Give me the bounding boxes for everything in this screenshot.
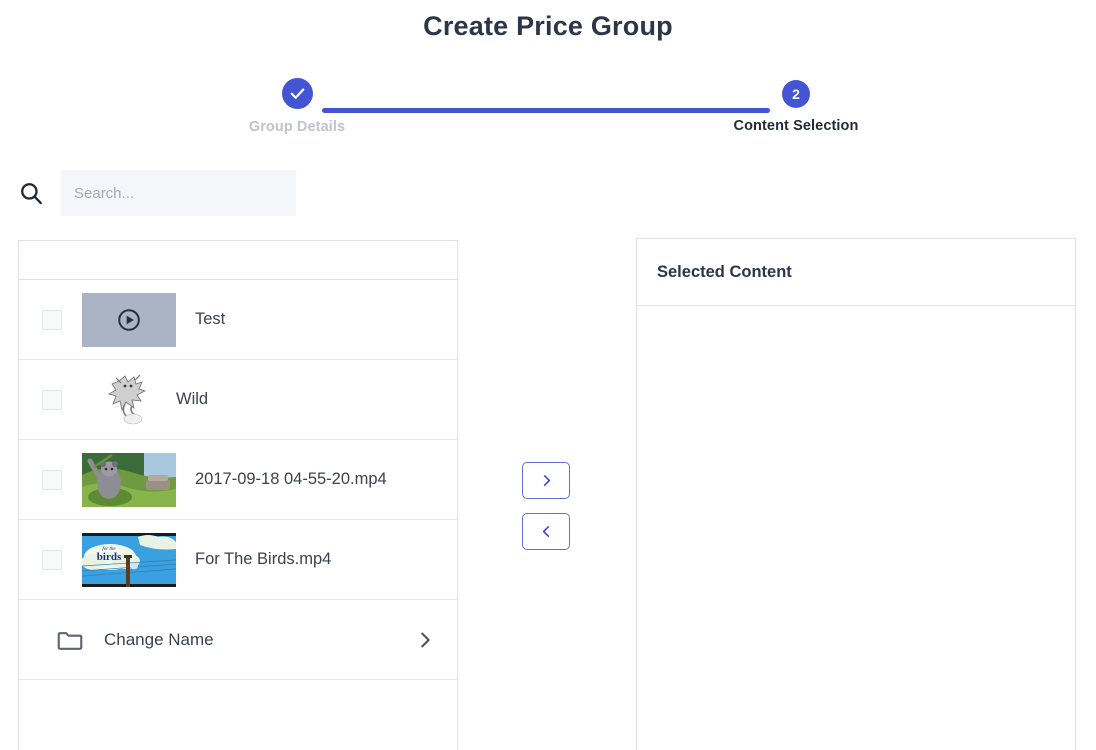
list-item-folder[interactable]: Change Name <box>19 600 457 680</box>
stepper-step-content-selection[interactable]: 2 Content Selection <box>721 78 871 134</box>
table-row[interactable]: Wild <box>19 360 457 440</box>
table-row[interactable]: for the birds For The Birds.mp4 <box>19 520 457 600</box>
row-label: 2017-09-18 04-55-20.mp4 <box>195 470 387 488</box>
row-checkbox[interactable] <box>42 309 62 330</box>
row-label: Test <box>195 310 226 328</box>
step-2-indicator: 2 <box>782 80 810 108</box>
table-row-empty <box>19 680 457 750</box>
table-row[interactable]: 2017-09-18 04-55-20.mp4 <box>19 440 457 520</box>
row-label: For The Birds.mp4 <box>195 550 332 568</box>
page-title: Create Price Group <box>423 11 673 41</box>
panda-scene-thumbnail <box>82 452 176 507</box>
row-thumbnail <box>82 292 176 347</box>
step-1-label: Group Details <box>248 119 346 135</box>
search-bar <box>18 170 296 216</box>
row-label: Wild <box>176 390 209 408</box>
dragon-sketch-thumbnail <box>101 370 157 429</box>
add-to-selection-button[interactable] <box>522 462 570 499</box>
create-price-group-page: Create Price Group Group Details 2 Conte… <box>0 0 1096 750</box>
step-1-indicator <box>281 78 313 109</box>
selected-content-panel: Selected Content <box>636 238 1076 750</box>
row-thumbnail <box>82 452 176 507</box>
row-checkbox[interactable] <box>42 389 62 410</box>
folder-label: Change Name <box>104 629 214 649</box>
search-input[interactable] <box>61 170 296 216</box>
stepper-step-group-details[interactable]: Group Details <box>222 78 372 135</box>
check-icon <box>289 85 306 102</box>
step-2-label: Content Selection <box>733 118 859 134</box>
chevron-right-icon[interactable] <box>414 629 436 651</box>
play-circle-icon <box>115 306 143 334</box>
available-panel-header <box>19 241 457 280</box>
transfer-controls <box>522 462 570 550</box>
video-play-placeholder-thumbnail <box>82 292 176 347</box>
wizard-stepper: Group Details 2 Content Selection <box>0 78 1096 148</box>
row-thumbnail: for the birds <box>82 532 176 587</box>
table-row[interactable]: Test <box>19 280 457 360</box>
selected-content-header: Selected Content <box>637 239 1075 306</box>
for-the-birds-thumbnail: for the birds <box>82 532 176 587</box>
folder-icon <box>55 625 85 655</box>
row-checkbox[interactable] <box>42 549 62 570</box>
stepper-connector-line <box>322 108 770 113</box>
selected-content-list[interactable] <box>637 306 1075 750</box>
chevron-right-icon <box>539 473 554 488</box>
row-thumbnail <box>82 370 176 429</box>
available-content-panel: Test Wild 2017-09-18 04-55-20.mp4 for th… <box>18 240 458 750</box>
remove-from-selection-button[interactable] <box>522 513 570 550</box>
search-icon[interactable] <box>18 180 44 206</box>
chevron-left-icon <box>539 524 554 539</box>
row-checkbox[interactable] <box>42 469 62 490</box>
svg-text:birds: birds <box>97 551 122 563</box>
